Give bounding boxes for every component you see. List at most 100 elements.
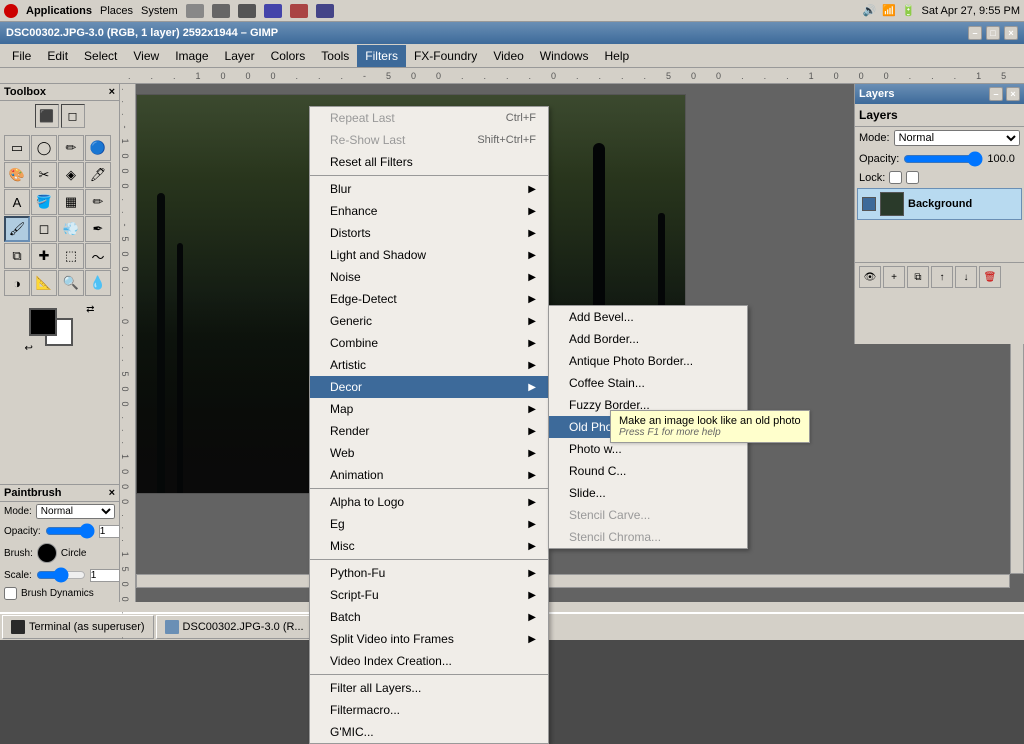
menu-colors[interactable]: Colors — [263, 45, 314, 67]
foreground-color-swatch[interactable] — [29, 308, 57, 336]
decor-add-bevel[interactable]: Add Bevel... — [549, 306, 747, 328]
move-layer-down-btn[interactable]: ↓ — [955, 266, 977, 288]
pb-opacity-slider[interactable] — [45, 523, 95, 539]
filter-split-video[interactable]: Split Video into Frames ▶ — [310, 628, 548, 650]
tool-airbrush[interactable]: 💨 — [58, 216, 84, 242]
filter-light-shadow[interactable]: Light and Shadow ▶ — [310, 244, 548, 266]
places-menu[interactable]: Places — [100, 5, 133, 17]
tool-ellipse-select[interactable]: ◯ — [31, 135, 57, 161]
menu-fx-foundry[interactable]: FX-Foundry — [406, 45, 485, 67]
tool-free-select[interactable]: ✏ — [58, 135, 84, 161]
filter-filtermacro[interactable]: Filtermacro... — [310, 699, 548, 721]
pb-dynamics-checkbox[interactable] — [4, 587, 17, 600]
filter-video-index[interactable]: Video Index Creation... — [310, 650, 548, 672]
tool-scissors[interactable]: ✂ — [31, 162, 57, 188]
filter-artistic[interactable]: Artistic ▶ — [310, 354, 548, 376]
menu-video[interactable]: Video — [485, 45, 531, 67]
menu-filters[interactable]: Filters — [357, 45, 406, 67]
layer-background-row[interactable]: Background — [857, 188, 1022, 220]
filter-animation[interactable]: Animation ▶ — [310, 464, 548, 486]
taskbar-terminal[interactable]: Terminal (as superuser) — [2, 615, 154, 639]
system-menu[interactable]: System — [141, 5, 178, 17]
filter-gmic[interactable]: G'MIC... — [310, 721, 548, 743]
filter-render[interactable]: Render ▶ — [310, 420, 548, 442]
filter-all-layers[interactable]: Filter all Layers... — [310, 677, 548, 699]
menu-windows[interactable]: Windows — [532, 45, 597, 67]
minimize-button[interactable]: – — [968, 26, 982, 40]
copy-layer-btn[interactable]: ⧉ — [907, 266, 929, 288]
tool-color-picker[interactable]: 💧 — [85, 270, 111, 296]
applications-menu[interactable]: Applications — [26, 5, 92, 17]
layers-lock-alpha[interactable] — [906, 171, 919, 184]
filter-python-fu[interactable]: Python-Fu ▶ — [310, 562, 548, 584]
decor-add-border[interactable]: Add Border... — [549, 328, 747, 350]
filter-misc[interactable]: Misc ▶ — [310, 535, 548, 557]
layer-visibility-icon[interactable] — [862, 197, 876, 211]
menu-layer[interactable]: Layer — [217, 45, 263, 67]
close-button[interactable]: × — [1004, 26, 1018, 40]
scrollbar-horizontal[interactable] — [136, 574, 1010, 588]
filter-reshow-last[interactable]: Re-Show Last Shift+Ctrl+F — [310, 129, 548, 151]
menu-image[interactable]: Image — [167, 45, 216, 67]
filter-batch[interactable]: Batch ▶ — [310, 606, 548, 628]
filter-combine[interactable]: Combine ▶ — [310, 332, 548, 354]
pb-mode-select[interactable]: Normal — [36, 504, 115, 519]
filter-decor[interactable]: Decor ▶ — [310, 376, 548, 398]
decor-stencil-chroma[interactable]: Stencil Chroma... — [549, 526, 747, 548]
tool-smudge[interactable]: 〜 — [85, 243, 111, 269]
menu-help[interactable]: Help — [596, 45, 637, 67]
decor-coffee-stain[interactable]: Coffee Stain... — [549, 372, 747, 394]
decor-slide[interactable]: Slide... — [549, 482, 747, 504]
move-layer-up-btn[interactable]: ↑ — [931, 266, 953, 288]
layers-minimize[interactable]: – — [989, 87, 1003, 101]
maximize-button[interactable]: □ — [986, 26, 1000, 40]
swap-colors-icon[interactable]: ⇄ — [86, 304, 94, 315]
delete-layer-btn[interactable]: 🗑 — [979, 266, 1001, 288]
menu-select[interactable]: Select — [76, 45, 125, 67]
tool-heal[interactable]: ✚ — [31, 243, 57, 269]
tool-bucket-fill[interactable]: 🪣 — [31, 189, 57, 215]
decor-antique-photo[interactable]: Antique Photo Border... — [549, 350, 747, 372]
filter-alpha-to-logo[interactable]: Alpha to Logo ▶ — [310, 491, 548, 513]
filter-eg[interactable]: Eg ▶ — [310, 513, 548, 535]
tool-foreground-select[interactable]: ◈ — [58, 162, 84, 188]
filter-map[interactable]: Map ▶ — [310, 398, 548, 420]
layers-lock-pixels[interactable] — [889, 171, 902, 184]
taskbar-gimp[interactable]: DSC00302.JPG-3.0 (R... — [156, 615, 313, 639]
new-layer-from-visible-btn[interactable]: 👁 — [859, 266, 881, 288]
tool-path[interactable]: 🖊 — [85, 162, 111, 188]
filter-enhance[interactable]: Enhance ▶ — [310, 200, 548, 222]
pb-scale-input[interactable] — [90, 569, 120, 582]
tool-select-color[interactable]: 🎨 — [4, 162, 30, 188]
filter-blur[interactable]: Blur ▶ — [310, 178, 548, 200]
new-layer-btn[interactable]: + — [883, 266, 905, 288]
tool-measure[interactable]: 📐 — [31, 270, 57, 296]
menu-tools[interactable]: Tools — [313, 45, 357, 67]
menu-view[interactable]: View — [125, 45, 167, 67]
layers-mode-select[interactable]: Normal Dissolve Multiply — [894, 130, 1020, 146]
tool-eraser[interactable]: ◻ — [31, 216, 57, 242]
tool-dodge-burn[interactable]: ◑ — [4, 270, 30, 296]
menu-file[interactable]: File — [4, 45, 39, 67]
filter-reset-all[interactable]: Reset all Filters — [310, 151, 548, 173]
filter-edge-detect[interactable]: Edge-Detect ▶ — [310, 288, 548, 310]
tool-perspective-clone[interactable]: ⬚ — [58, 243, 84, 269]
pb-opacity-input[interactable] — [99, 525, 120, 538]
toolbox-close-icon[interactable]: × — [109, 86, 115, 98]
filter-generic[interactable]: Generic ▶ — [310, 310, 548, 332]
decor-round-c[interactable]: Round C... — [549, 460, 747, 482]
filter-script-fu[interactable]: Script-Fu ▶ — [310, 584, 548, 606]
tool-paintbrush[interactable]: 🖌 — [4, 216, 30, 242]
tool-ink[interactable]: ✒ — [85, 216, 111, 242]
layers-close[interactable]: × — [1006, 87, 1020, 101]
filter-noise[interactable]: Noise ▶ — [310, 266, 548, 288]
paintbrush-close-icon[interactable]: × — [109, 487, 115, 499]
tool-pencil[interactable]: ✏ — [85, 189, 111, 215]
filter-web[interactable]: Web ▶ — [310, 442, 548, 464]
pb-scale-slider[interactable] — [36, 567, 86, 583]
tool-fuzzy-select[interactable]: 🔵 — [85, 135, 111, 161]
tool-zoom[interactable]: 🔍 — [58, 270, 84, 296]
filter-repeat-last[interactable]: Repeat Last Ctrl+F — [310, 107, 548, 129]
tool-clone[interactable]: ⧉ — [4, 243, 30, 269]
pb-brush-preview[interactable] — [37, 543, 57, 563]
